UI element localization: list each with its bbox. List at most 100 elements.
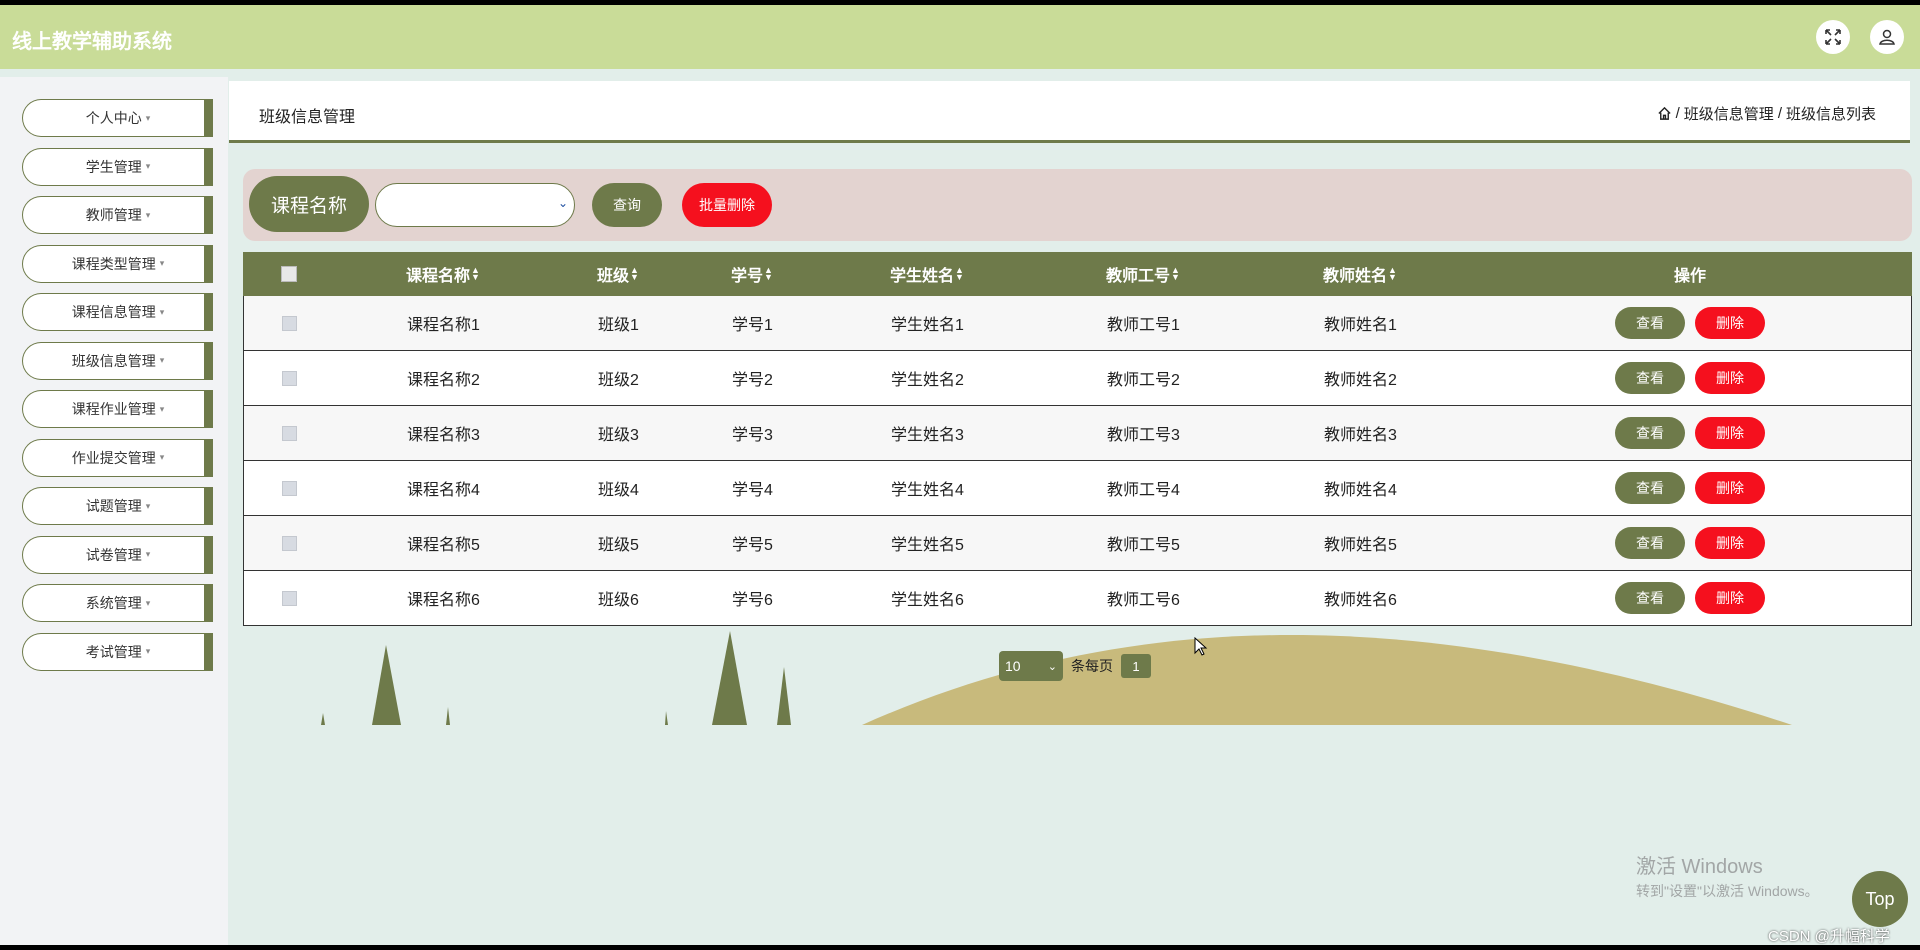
sort-icon[interactable]: ▲ ▼ [630, 266, 639, 282]
sort-icon[interactable]: ▲ ▼ [955, 266, 964, 282]
row-checkbox[interactable] [282, 296, 297, 350]
cell-tname: 教师姓名6 [1324, 592, 1397, 609]
page-number-current[interactable]: 1 [1121, 654, 1151, 678]
row-checkbox[interactable] [282, 516, 297, 570]
sidebar-item[interactable]: 考试管理 ▾ [22, 632, 213, 671]
row-checkbox[interactable] [282, 571, 297, 625]
cell-course: 课程名称2 [407, 372, 480, 389]
chevron-down-icon: ⌄ [1047, 660, 1057, 673]
cell-course: 课程名称3 [407, 427, 480, 444]
delete-button[interactable]: 删除 [1695, 417, 1765, 449]
page-title: 班级信息管理 [259, 109, 356, 126]
breadcrumb-item: 班级信息列表 [1785, 106, 1876, 123]
cell-class: 班级2 [598, 372, 639, 389]
row-actions: 查看 删除 [1615, 516, 1765, 570]
table-row: 课程名称1 班级1 学号1 学生姓名1 教师工号1 教师姓名1 查看 删除 [243, 296, 1912, 351]
view-button[interactable]: 查看 [1615, 472, 1685, 504]
header-course-name[interactable]: 课程名称 ▲ ▼ [406, 252, 480, 296]
header-teacher-id[interactable]: 教师工号 ▲ ▼ [1106, 252, 1180, 296]
batch-delete-button[interactable]: 批量删除 [682, 183, 772, 227]
cell-tid: 教师工号2 [1107, 372, 1180, 389]
sidebar-item[interactable]: 课程类型管理 ▾ [22, 244, 213, 283]
query-button[interactable]: 查询 [592, 183, 662, 227]
cell-sname: 学生姓名1 [891, 317, 964, 334]
breadcrumb-item[interactable]: 班级信息管理 [1684, 103, 1774, 124]
cell-tid: 教师工号3 [1107, 427, 1180, 444]
header-class[interactable]: 班级 ▲ ▼ [597, 252, 639, 296]
row-checkbox[interactable] [282, 351, 297, 405]
sidebar-item[interactable]: 试题管理 ▾ [22, 487, 213, 525]
sort-icon[interactable]: ▲ ▼ [471, 266, 480, 282]
table-body: 课程名称1 班级1 学号1 学生姓名1 教师工号1 教师姓名1 查看 删除 课程名称2 班级2 学号… [243, 296, 1912, 626]
header-student-name[interactable]: 学生姓名 ▲ ▼ [890, 252, 964, 296]
delete-button[interactable]: 删除 [1695, 362, 1765, 394]
cell-class: 班级4 [598, 482, 639, 499]
cell-class: 班级3 [598, 427, 639, 444]
sidebar-item[interactable]: 系统管理 ▾ [22, 584, 213, 622]
table-row: 课程名称5 班级5 学号5 学生姓名5 教师工号5 教师姓名5 查看 删除 [243, 516, 1912, 571]
caret-down-icon: ▾ [159, 452, 165, 462]
home-icon[interactable] [1657, 106, 1672, 121]
sidebar-item[interactable]: 作业提交管理 ▾ [22, 438, 213, 477]
course-name-select[interactable]: ⌄ [375, 183, 575, 227]
cell-tid: 教师工号5 [1107, 537, 1180, 554]
table-row: 课程名称6 班级6 学号6 学生姓名6 教师工号6 教师姓名6 查看 删除 [243, 571, 1912, 626]
search-bar: 课程名称 ⌄ 查询 批量删除 [243, 169, 1912, 241]
view-button[interactable]: 查看 [1615, 582, 1685, 614]
delete-button[interactable]: 删除 [1695, 307, 1765, 339]
header-student-id[interactable]: 学号 ▲ ▼ [731, 252, 773, 296]
sort-icon[interactable]: ▲ ▼ [1171, 266, 1180, 282]
row-actions: 查看 删除 [1615, 351, 1765, 405]
cell-tid: 教师工号6 [1107, 592, 1180, 609]
view-button[interactable]: 查看 [1615, 417, 1685, 449]
cell-sname: 学生姓名3 [891, 427, 964, 444]
sidebar-item-label: 试题管理 [85, 498, 142, 514]
delete-button[interactable]: 删除 [1695, 472, 1765, 504]
chevron-down-icon: ⌄ [557, 196, 568, 210]
select-all-checkbox[interactable] [281, 252, 297, 296]
sidebar-item[interactable]: 教师管理 ▾ [22, 196, 213, 234]
row-checkbox[interactable] [282, 406, 297, 460]
sidebar-item[interactable]: 课程作业管理 ▾ [22, 390, 213, 428]
cell-tname: 教师姓名2 [1324, 372, 1397, 389]
view-button[interactable]: 查看 [1615, 527, 1685, 559]
header-actions: 操作 [1674, 268, 1707, 285]
page-size-select[interactable]: 10 ⌄ [999, 651, 1063, 681]
delete-button[interactable]: 删除 [1695, 527, 1765, 559]
top-bar: 线上教学辅助系统 [0, 5, 1920, 69]
cell-course: 课程名称1 [407, 317, 480, 334]
header-teacher-name[interactable]: 教师姓名 ▲ ▼ [1323, 252, 1397, 296]
view-button[interactable]: 查看 [1615, 307, 1685, 339]
user-icon[interactable] [1870, 20, 1904, 54]
caret-down-icon: ▾ [159, 403, 165, 414]
row-actions: 查看 删除 [1615, 296, 1765, 350]
expand-icon[interactable] [1816, 20, 1850, 54]
row-checkbox[interactable] [282, 461, 297, 515]
breadcrumb-separator: / [1777, 105, 1782, 122]
cell-tid: 教师工号1 [1107, 317, 1180, 334]
sidebar-item[interactable]: 试卷管理 ▾ [22, 535, 213, 574]
sidebar-item[interactable]: 个人中心 ▾ [22, 99, 213, 137]
sort-icon[interactable]: ▲ ▼ [1388, 266, 1397, 282]
caret-down-icon: ▾ [159, 355, 165, 365]
delete-button[interactable]: 删除 [1695, 582, 1765, 614]
table-row: 课程名称3 班级3 学号3 学生姓名3 教师工号3 教师姓名3 查看 删除 [243, 406, 1912, 461]
mouse-cursor-icon [1194, 637, 1208, 656]
sidebar-item-label: 学生管理 [85, 158, 142, 175]
view-button[interactable]: 查看 [1615, 362, 1685, 394]
search-label: 课程名称 [249, 176, 369, 232]
sidebar-item[interactable]: 课程信息管理 ▾ [22, 293, 213, 331]
table-row: 课程名称4 班级4 学号4 学生姓名4 教师工号4 教师姓名4 查看 删除 [243, 461, 1912, 516]
sidebar-item[interactable]: 学生管理 ▾ [22, 147, 213, 186]
sort-icon[interactable]: ▲ ▼ [764, 266, 773, 282]
cell-class: 班级5 [598, 537, 639, 554]
cell-sname: 学生姓名5 [891, 537, 964, 554]
sidebar-item[interactable]: 班级信息管理 ▾ [22, 341, 213, 380]
app-title: 线上教学辅助系统 [12, 31, 172, 53]
caret-down-icon: ▾ [145, 597, 151, 608]
per-page-label: 条每页 [1071, 658, 1113, 674]
sidebar: 个人中心 ▾ 学生管理 ▾ 教师管理 ▾ 课程类型管理 ▾ 课程信息管理 ▾ 班级信息管理 ▾ 课程作业… [0, 77, 228, 945]
sidebar-item-label: 考试管理 [85, 643, 142, 660]
row-actions: 查看 删除 [1615, 406, 1765, 460]
back-to-top-button[interactable]: Top [1852, 871, 1908, 927]
